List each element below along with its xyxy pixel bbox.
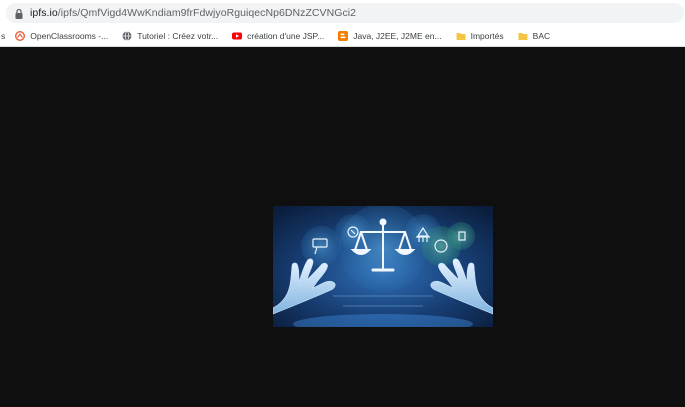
bookmark-label: Java, J2EE, J2ME en... bbox=[353, 31, 442, 41]
justice-scale-robot-hands-image[interactable] bbox=[273, 206, 493, 327]
bookmark-label: OpenClassrooms -... bbox=[30, 31, 109, 41]
globe-icon bbox=[122, 31, 132, 41]
bookmark-item-java[interactable]: Java, J2EE, J2ME en... bbox=[338, 31, 442, 41]
bookmark-item-jsp[interactable]: création d'une JSP... bbox=[232, 31, 324, 41]
folder-icon bbox=[456, 31, 466, 41]
bookmark-label: Tutoriel : Créez votr... bbox=[137, 31, 219, 41]
openclassrooms-icon bbox=[15, 30, 26, 42]
bookmark-item-tutoriel[interactable]: Tutoriel : Créez votr... bbox=[122, 31, 218, 41]
url-text[interactable]: ipfs.io/ipfs/QmfVigd4WwKndiam9frFdwjyoRg… bbox=[30, 7, 356, 19]
bookmark-item-openclassrooms[interactable]: OpenClassrooms -... bbox=[15, 30, 109, 42]
lock-icon[interactable] bbox=[14, 7, 24, 19]
blogger-icon bbox=[338, 31, 349, 41]
bookmark-label: BAC bbox=[532, 31, 551, 41]
url-field[interactable]: ipfs.io/ipfs/QmfVigd4WwKndiam9frFdwjyoRg… bbox=[6, 3, 684, 23]
youtube-icon bbox=[232, 31, 243, 41]
bookmark-folder-importes[interactable]: Importés bbox=[456, 31, 504, 41]
address-bar: ipfs.io/ipfs/QmfVigd4WwKndiam9frFdwjyoRg… bbox=[0, 0, 685, 26]
bookmark-label: création d'une JSP... bbox=[247, 31, 325, 41]
page-viewport bbox=[0, 47, 685, 407]
url-host: ipfs.io bbox=[30, 7, 58, 19]
bookmark-label: s bbox=[1, 31, 6, 41]
bookmark-label: Importés bbox=[470, 31, 504, 41]
bookmark-item-cutoff[interactable]: s bbox=[1, 31, 5, 41]
folder-icon bbox=[518, 31, 528, 41]
url-path: /ipfs/QmfVigd4WwKndiam9frFdwjyoRguiqecNp… bbox=[57, 7, 357, 19]
bookmarks-bar: s OpenClassrooms -... Tutoriel : Créez v… bbox=[0, 26, 685, 47]
bookmark-folder-bac[interactable]: BAC bbox=[518, 31, 550, 41]
